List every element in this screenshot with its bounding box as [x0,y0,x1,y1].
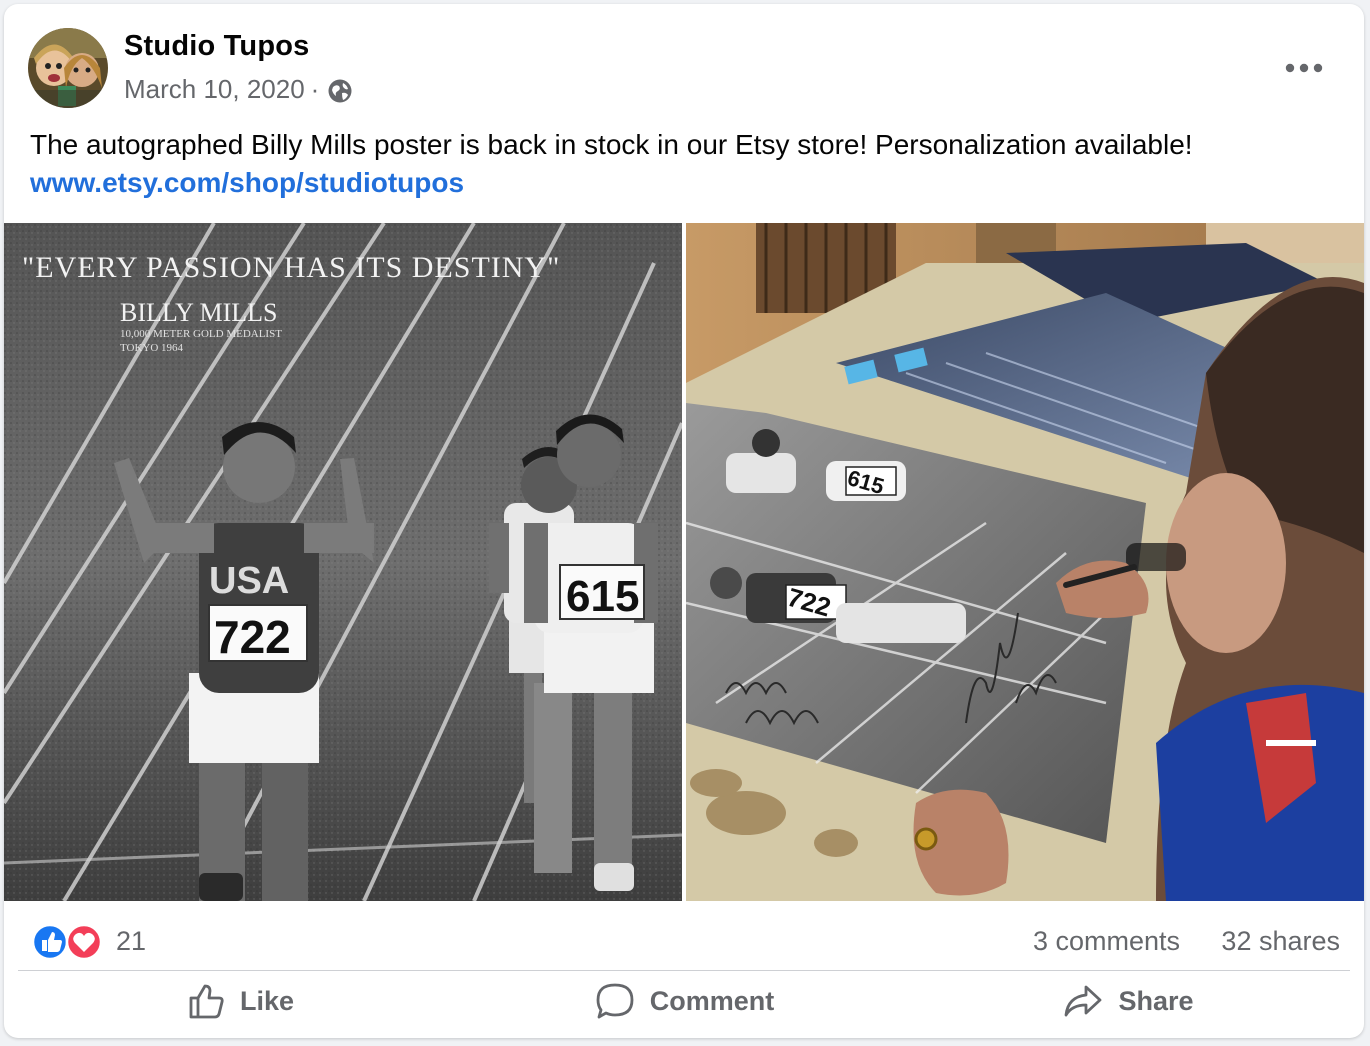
reaction-count[interactable]: 21 [116,926,146,957]
jersey-usa: USA [209,560,289,602]
comment-button[interactable]: Comment [462,971,906,1031]
like-button[interactable]: Like [18,971,462,1031]
etsy-link[interactable]: www.etsy.com/shop/studiotupos [30,164,1350,202]
globe-icon[interactable] [327,78,353,104]
photo-poster[interactable]: 1 615 [4,223,682,901]
post-body-text: The autographed Billy Mills poster is ba… [30,129,1193,160]
reaction-icons[interactable] [31,922,108,962]
comments-count[interactable]: 3 comments [1033,926,1180,957]
like-label: Like [239,985,295,1016]
comment-bubble-icon [596,983,634,1019]
comment-label: Comment [649,985,775,1016]
post-meta: March 10, 2020 · [124,74,353,105]
photo-grid: 1 615 [4,223,1364,901]
shares-count[interactable]: 32 shares [1221,926,1340,957]
photo-signing[interactable]: 615 722 [686,223,1364,901]
share-arrow-icon [1065,985,1102,1017]
share-label: Share [1118,985,1194,1016]
poster-name: BILLY MILLS [120,298,277,327]
post-date[interactable]: March 10, 2020 [124,74,305,105]
post-message: The autographed Billy Mills poster is ba… [30,126,1350,202]
like-reaction-icon [31,923,69,961]
page-avatar[interactable] [28,28,108,108]
share-button[interactable]: Share [906,971,1350,1031]
love-reaction-icon [65,923,103,961]
action-bar: Like Comment Share [18,970,1350,1031]
more-options-icon [1285,63,1323,73]
poster-subtitle-1: 10,000 METER GOLD MEDALIST [120,328,282,340]
poster-quote: "EVERY PASSION HAS ITS DESTINY" [22,251,560,284]
post-header: Studio Tupos March 10, 2020 · [4,4,1364,114]
bib-winner: 722 [214,611,291,663]
meta-separator: · [310,74,320,104]
thumbs-up-icon [189,984,224,1019]
page-name[interactable]: Studio Tupos [124,30,310,63]
post-card: Studio Tupos March 10, 2020 · The autogr… [4,4,1364,1038]
reactions-summary: 21 3 comments 32 shares [4,910,1364,966]
poster-subtitle-2: TOKYO 1964 [120,342,184,354]
more-options-button[interactable] [1276,48,1332,88]
bib-second: 615 [566,572,639,621]
